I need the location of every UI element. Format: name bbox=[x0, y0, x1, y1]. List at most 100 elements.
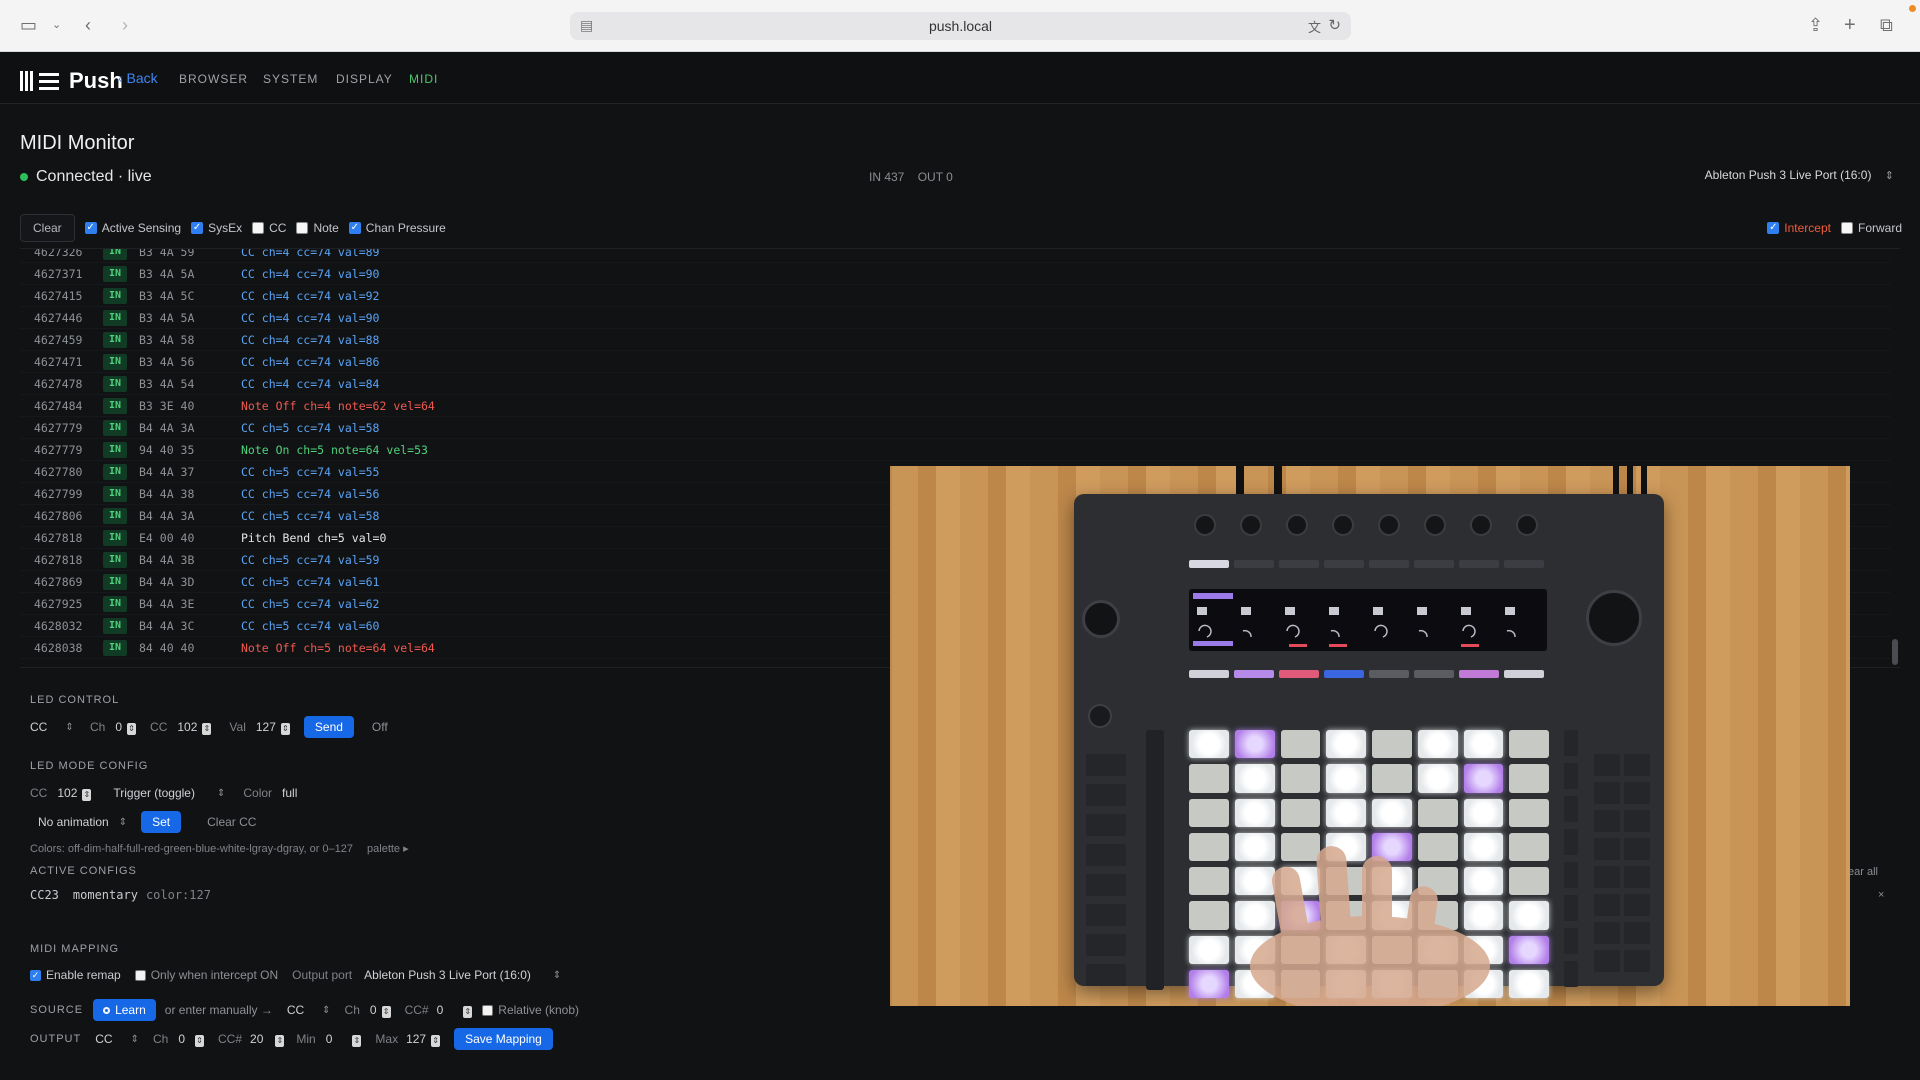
track-button bbox=[1459, 670, 1499, 678]
log-row: 4627446 IN B3 4A 5A CC ch=4 cc=74 val=90 bbox=[20, 307, 1890, 329]
source-cc-input[interactable]: 0 ⇕ bbox=[437, 1003, 473, 1018]
intercept-toggle[interactable]: ✓ Intercept bbox=[1767, 221, 1831, 235]
translate-icon[interactable]: 文 bbox=[1308, 17, 1321, 36]
stepper-icon[interactable]: ⇕ bbox=[463, 1005, 473, 1018]
off-button[interactable]: Off bbox=[372, 720, 388, 734]
source-ch-input[interactable]: 0 ⇕ bbox=[370, 1003, 391, 1018]
log-message: CC ch=5 cc=74 val=55 bbox=[241, 464, 380, 479]
source-type-select[interactable]: CC ⇕ bbox=[287, 1003, 331, 1017]
tempo-knob bbox=[1082, 600, 1120, 638]
output-ch-input[interactable]: 0 ⇕ bbox=[178, 1032, 204, 1047]
stepper-icon[interactable]: ⇕ bbox=[275, 1034, 285, 1047]
clear-button[interactable]: Clear bbox=[20, 214, 75, 242]
app-nav: Push ‹ Back BROWSER SYSTEM DISPLAY MIDI bbox=[0, 52, 1920, 104]
led-cc-value: 102 bbox=[177, 719, 198, 734]
stepper-icon[interactable]: ⇕ bbox=[82, 788, 92, 801]
push-logo[interactable]: Push bbox=[20, 68, 123, 94]
nav-browser[interactable]: BROWSER bbox=[179, 72, 248, 86]
mode-select[interactable]: Trigger (toggle) ⇕ bbox=[113, 786, 225, 800]
drum-pad bbox=[1372, 798, 1412, 827]
log-direction-badge: IN bbox=[103, 639, 127, 656]
clear-all-link[interactable]: ear all bbox=[1848, 866, 1878, 878]
mapping-options-row: ✓ Enable remap Only when intercept ON Out… bbox=[30, 966, 561, 984]
nav-system[interactable]: SYSTEM bbox=[263, 72, 318, 86]
log-hex-bytes: B4 4A 38 bbox=[139, 486, 195, 501]
lower-button-strip bbox=[1189, 670, 1544, 680]
filter-sysex[interactable]: ✓ SysEx bbox=[191, 221, 242, 235]
led-type-select[interactable]: CC ⇕ bbox=[30, 720, 82, 734]
log-timestamp: 4627471 bbox=[34, 354, 83, 369]
filter-chan-pressure[interactable]: ✓ Chan Pressure bbox=[348, 221, 446, 235]
output-cc-input[interactable]: 20 ⇕ bbox=[250, 1032, 285, 1047]
stepper-icon[interactable]: ⇕ bbox=[127, 722, 137, 735]
enable-remap-checkbox[interactable]: ✓ Enable remap bbox=[30, 968, 121, 982]
stepper-icon[interactable]: ⇕ bbox=[280, 722, 290, 735]
status-text: Connected · live bbox=[36, 168, 152, 185]
reload-icon[interactable]: ↻ bbox=[1328, 16, 1341, 34]
animation-select[interactable]: No animation ⇕ bbox=[38, 815, 127, 829]
led-cc-input[interactable]: 102 ⇕ bbox=[177, 719, 212, 735]
close-icon[interactable]: × bbox=[1878, 889, 1884, 901]
log-hex-bytes: B4 4A 3B bbox=[139, 552, 195, 567]
log-row: 4627484 IN B3 3E 40 Note Off ch=4 note=62 v… bbox=[20, 395, 1890, 417]
log-timestamp: 4628038 bbox=[34, 640, 83, 655]
mode-color-input[interactable]: full bbox=[282, 786, 297, 800]
chevron-down-icon[interactable]: ⌄ bbox=[52, 14, 61, 36]
share-icon[interactable]: ⇪ bbox=[1808, 14, 1823, 36]
sidebar-toggle-icon[interactable]: ▭ bbox=[20, 14, 37, 36]
connection-status: Connected · live bbox=[20, 168, 152, 186]
led-val-input[interactable]: 127 ⇕ bbox=[256, 720, 290, 735]
log-timestamp: 4627779 bbox=[34, 420, 83, 435]
track-button bbox=[1414, 560, 1454, 568]
led-ch-input[interactable]: 0 ⇕ bbox=[115, 720, 137, 735]
logo-bars-icon bbox=[20, 71, 33, 91]
port-select[interactable]: Ableton Push 3 Live Port (16:0) ⇕ bbox=[1705, 168, 1894, 182]
stepper-icon[interactable]: ⇕ bbox=[195, 1034, 204, 1047]
palette-link[interactable]: palette ▸ bbox=[367, 842, 409, 855]
track-button bbox=[1189, 560, 1229, 568]
mode-cc-input[interactable]: 102 ⇕ bbox=[57, 785, 92, 801]
log-message: Note Off ch=4 note=62 vel=64 bbox=[241, 398, 435, 413]
drum-pad bbox=[1509, 764, 1549, 793]
camera-video bbox=[890, 466, 1850, 1006]
log-timestamp: 4627326 bbox=[34, 248, 83, 259]
output-port-select[interactable]: Ableton Push 3 Live Port (16:0) ⇕ bbox=[364, 968, 561, 982]
nav-display[interactable]: DISPLAY bbox=[336, 72, 393, 86]
stepper-icon[interactable]: ⇕ bbox=[431, 1034, 441, 1047]
clear-cc-button[interactable]: Clear CC bbox=[207, 815, 256, 829]
forward-arrow-icon[interactable]: › bbox=[122, 14, 128, 36]
address-bar[interactable]: ▤ push.local 文 ↻ bbox=[570, 12, 1351, 40]
relative-knob-checkbox[interactable]: Relative (knob) bbox=[482, 1003, 579, 1017]
only-intercept-checkbox[interactable]: Only when intercept ON bbox=[134, 968, 278, 982]
back-link[interactable]: ‹ Back bbox=[118, 70, 158, 86]
set-button[interactable]: Set bbox=[141, 811, 182, 833]
filter-active-sensing[interactable]: ✓ Active Sensing bbox=[84, 221, 181, 235]
forward-toggle[interactable]: Forward bbox=[1840, 221, 1902, 235]
tabs-overview-icon[interactable]: ⧉ bbox=[1880, 14, 1893, 36]
control-button bbox=[1594, 810, 1620, 832]
output-max-label: Max bbox=[375, 1032, 399, 1046]
filter-cc[interactable]: CC bbox=[252, 221, 286, 235]
output-min-input[interactable]: 0 ⇕ bbox=[326, 1032, 362, 1047]
log-direction-badge: IN bbox=[103, 441, 127, 458]
log-scrollbar[interactable] bbox=[1892, 639, 1898, 665]
stepper-icon[interactable]: ⇕ bbox=[381, 1005, 391, 1018]
save-mapping-button[interactable]: Save Mapping bbox=[454, 1028, 553, 1050]
back-arrow-icon[interactable]: ‹ bbox=[85, 14, 91, 36]
stepper-icon[interactable]: ⇕ bbox=[202, 722, 212, 735]
mode-cc-value: 102 bbox=[57, 785, 78, 800]
colors-hint-row: Colors: off-dim-half-full-red-green-blue… bbox=[30, 842, 409, 856]
new-tab-icon[interactable]: + bbox=[1844, 14, 1856, 36]
stepper-icon[interactable]: ⇕ bbox=[352, 1034, 362, 1047]
track-button bbox=[1324, 560, 1364, 568]
nav-midi[interactable]: MIDI bbox=[409, 72, 438, 86]
output-type-select[interactable]: CC ⇕ bbox=[95, 1032, 139, 1046]
log-hex-bytes: 94 40 35 bbox=[139, 442, 195, 457]
filter-note[interactable]: Note bbox=[296, 221, 339, 235]
send-button[interactable]: Send bbox=[303, 716, 354, 738]
encoder-knob bbox=[1378, 514, 1400, 536]
output-max-input[interactable]: 127 ⇕ bbox=[406, 1032, 441, 1047]
learn-button[interactable]: Learn bbox=[93, 999, 156, 1021]
drum-pad bbox=[1372, 730, 1412, 759]
function-button bbox=[1086, 814, 1126, 836]
